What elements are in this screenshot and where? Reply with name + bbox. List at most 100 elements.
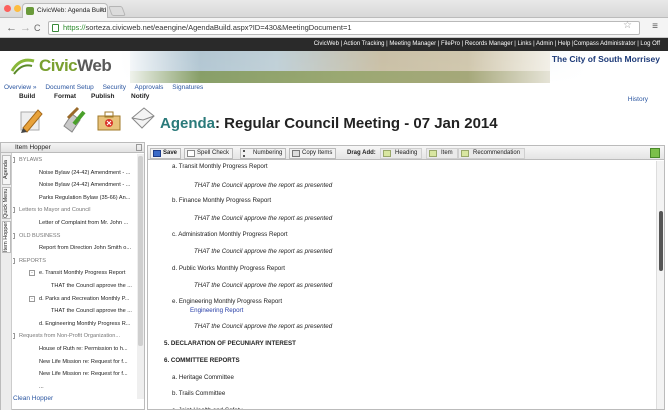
agenda-item[interactable]: b. Finance Monthly Progress Report <box>172 197 271 204</box>
agenda-rec[interactable]: THAT the Council approve the report as p… <box>194 282 332 289</box>
tab-notify[interactable]: Notify <box>131 93 149 101</box>
global-nav-links[interactable]: CivicWeb | Action Tracking | Meeting Man… <box>314 41 660 47</box>
agenda-rec[interactable]: THAT the Council approve the report as p… <box>194 182 332 189</box>
editor-toolbar: Save Spell Check Numbering Copy Items Dr… <box>148 146 664 160</box>
global-nav[interactable]: CivicWeb | Action Tracking | Meeting Man… <box>0 38 668 51</box>
hopper-item-label: Letters to Mayor and Council <box>19 207 91 214</box>
side-tab-quick-menu[interactable]: Quick Menu <box>2 187 11 219</box>
add-green-icon[interactable] <box>650 148 660 158</box>
notify-envelope-icon[interactable] <box>130 104 156 134</box>
hopper-item[interactable]: - e. Transit Monthly Progress Report <box>13 267 136 280</box>
clean-hopper-link[interactable]: Clean Hopper <box>13 395 53 402</box>
hopper-item-label: House of Ruth re: Permission to h... <box>39 345 128 352</box>
agenda-item[interactable]: e. Engineering Monthly Progress Report <box>172 298 282 305</box>
hopper-item[interactable]: THAT the Council approve the ... <box>13 305 136 318</box>
editor-scroll-thumb[interactable] <box>659 211 663 271</box>
reload-icon[interactable]: C <box>34 21 41 35</box>
browser-titlebar: CivicWeb: Agenda Build × <box>0 0 668 18</box>
hopper-group[interactable]: -BYLAWS <box>13 154 136 167</box>
side-tabs: Agenda Quick Menu Item Hopper <box>1 153 12 410</box>
hopper-item-label: Letter of Complaint from Mr. John ... <box>39 219 129 226</box>
hopper-item-label: THAT the Council approve the ... <box>51 282 132 289</box>
hopper-group[interactable]: -REPORTS <box>13 255 136 268</box>
hopper-item[interactable]: Noise Bylaw (24-42) Amendment - ... <box>13 167 136 180</box>
drag-add-label: Drag Add: <box>347 150 376 156</box>
agenda-item[interactable]: a. Heritage Committee <box>172 374 234 381</box>
subnav-approvals[interactable]: Approvals <box>135 84 164 91</box>
drag-item[interactable]: Item <box>426 148 458 159</box>
browser-menu-icon[interactable]: ≡ <box>652 21 658 32</box>
minimize-window-icon[interactable] <box>14 5 21 12</box>
subnav-document-setup[interactable]: Document Setup <box>45 84 93 91</box>
tab-close-icon[interactable]: × <box>100 4 104 18</box>
hopper-item[interactable]: THAT the Council approve the ... <box>13 280 136 293</box>
hopper-group[interactable]: -Requests from Non-Profit Organization..… <box>13 330 136 343</box>
hopper-item-label: Noise Bylaw (24-42) Amendment - ... <box>39 169 131 176</box>
tab-build[interactable]: Build <box>19 93 35 101</box>
tab-format[interactable]: Format <box>54 93 76 101</box>
hopper-item[interactable]: House of Ruth re: Permission to h... <box>13 343 136 356</box>
editor-scrollbar[interactable] <box>656 161 664 409</box>
agenda-link[interactable]: Engineering Report <box>190 307 243 314</box>
forward-icon[interactable]: → <box>20 21 31 35</box>
disk-icon <box>153 150 161 157</box>
collapse-toggle-icon[interactable]: - <box>13 333 15 340</box>
collapse-toggle-icon[interactable]: - <box>13 257 15 264</box>
hopper-item-label: e. Transit Monthly Progress Report <box>39 270 126 277</box>
agenda-rec[interactable]: THAT the Council approve the report as p… <box>194 248 332 255</box>
agenda-section[interactable]: 5. DECLARATION OF PECUNIARY INTEREST <box>164 340 296 347</box>
agenda-body[interactable]: a. Transit Monthly Progress Report THAT t… <box>148 161 656 409</box>
new-tab-button[interactable] <box>108 6 126 16</box>
hopper-item[interactable]: Parks Regulation Bylaw (35-66) An... <box>13 192 136 205</box>
subnav-signatures[interactable]: Signatures <box>172 84 203 91</box>
back-icon[interactable]: ← <box>6 21 17 35</box>
hopper-item[interactable]: Noise Bylaw (24-42) Amendment - ... <box>13 179 136 192</box>
side-tab-item-hopper[interactable]: Item Hopper <box>2 221 11 253</box>
collapse-toggle-icon[interactable]: - <box>29 270 35 277</box>
numbering-button[interactable]: Numbering <box>240 148 287 159</box>
agenda-item[interactable]: b. Trails Committee <box>172 390 225 397</box>
hopper-group[interactable]: -OLD BUSINESS <box>13 230 136 243</box>
hopper-item[interactable]: d. Engineering Monthly Progress R... <box>13 318 136 331</box>
agenda-item[interactable]: c. Administration Monthly Progress Repor… <box>172 231 288 238</box>
hopper-item[interactable]: New Life Mission re: Request for f... <box>13 356 136 369</box>
spell-check-button[interactable]: Spell Check <box>184 148 234 159</box>
history-link[interactable]: History <box>628 96 648 103</box>
hopper-group[interactable]: -Letters to Mayor and Council <box>13 204 136 217</box>
format-brush-icon[interactable] <box>60 104 86 134</box>
close-window-icon[interactable] <box>4 5 11 12</box>
hopper-item[interactable]: New Life Mission re: Request for f... <box>13 368 136 381</box>
collapse-toggle-icon[interactable]: - <box>13 232 15 239</box>
agenda-section[interactable]: 6. COMMITTEE REPORTS <box>164 357 240 364</box>
hopper-item[interactable]: Report from Direction John Smith o... <box>13 242 136 255</box>
collapse-toggle-icon[interactable]: - <box>29 295 35 302</box>
publish-briefcase-icon[interactable] <box>96 104 122 134</box>
hopper-item-label: Requests from Non-Profit Organization... <box>19 333 121 340</box>
side-tab-agenda[interactable]: Agenda <box>2 155 11 185</box>
subnav-security[interactable]: Security <box>103 84 126 91</box>
civicweb-logo[interactable]: CivicWeb <box>10 55 112 77</box>
browser-tab[interactable]: CivicWeb: Agenda Build × <box>22 3 108 18</box>
hopper-item[interactable]: - d. Parks and Recreation Monthly P... <box>13 293 136 306</box>
hopper-item[interactable]: Letter of Complaint from Mr. John ... <box>13 217 136 230</box>
agenda-item[interactable]: c. Joint Health and Safety <box>172 407 243 409</box>
hopper-item[interactable]: ... <box>13 381 136 394</box>
drag-heading[interactable]: Heading <box>380 148 423 159</box>
build-pencil-icon[interactable] <box>18 104 44 134</box>
save-button[interactable]: Save <box>150 148 182 159</box>
agenda-item[interactable]: d. Public Works Monthly Progress Report <box>172 265 285 272</box>
agenda-rec[interactable]: THAT the Council approve the report as p… <box>194 215 332 222</box>
pin-icon[interactable] <box>136 144 142 151</box>
subnav-overview[interactable]: Overview » <box>4 84 37 91</box>
collapse-toggle-icon[interactable]: - <box>13 207 15 214</box>
bookmark-star-icon[interactable]: ☆ <box>623 20 632 31</box>
collapse-toggle-icon[interactable]: - <box>13 157 15 163</box>
hopper-scroll-thumb[interactable] <box>138 156 143 346</box>
drag-recommendation[interactable]: Recommendation <box>458 148 526 159</box>
tab-publish[interactable]: Publish <box>91 93 114 101</box>
agenda-item[interactable]: a. Transit Monthly Progress Report <box>172 163 268 170</box>
agenda-rec[interactable]: THAT the Council approve the report as p… <box>194 323 332 330</box>
address-bar[interactable]: https://sorteza.civicweb.net/eaengine/Ag… <box>48 21 640 35</box>
copy-items-button[interactable]: Copy Items <box>289 148 337 159</box>
hopper-scrollbar[interactable] <box>137 154 144 399</box>
